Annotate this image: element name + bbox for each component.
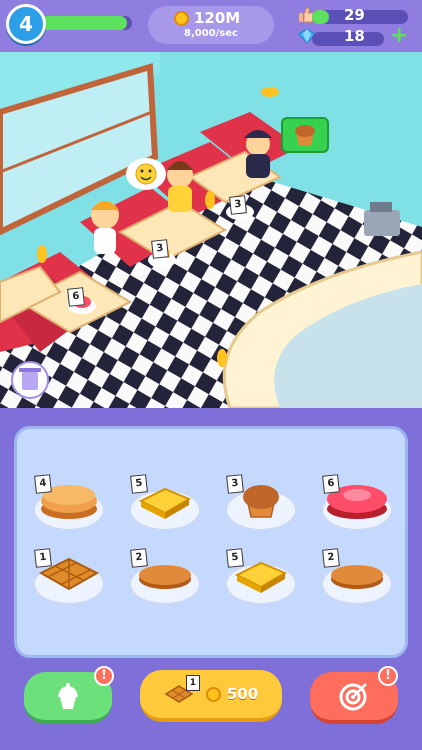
scene-price-tag: 6 [67,287,85,307]
upgrade-menu-button[interactable]: 1 500 [140,670,282,722]
price-tag: 3 [226,474,244,494]
thought-bubble [126,158,166,190]
xp-bar [40,16,132,30]
cake-menu-alert-badge: ! [94,666,114,686]
menu-item-muffin[interactable]: 3 [225,474,297,531]
floating-coin[interactable] [217,349,227,367]
likes-count: 29 [344,6,365,24]
floating-coin[interactable] [37,245,47,263]
price-tag: 2 [130,548,148,568]
scene-price-tag: 3 [151,239,169,259]
menu-item-pancake[interactable]: 2 [129,548,201,605]
price-tag: 1 [34,548,52,568]
top-hud: 4 120M 8,000/sec 29 18 + [0,0,422,52]
price-tag: 5 [226,548,244,568]
cupcake-icon [58,683,78,709]
add-gems-button[interactable]: + [390,25,408,47]
muffin-icon [243,485,279,518]
order-bubble[interactable] [281,117,329,153]
menu-item-toast[interactable]: 5 [129,474,201,531]
price-tag: 6 [322,474,340,494]
upgrade-price-tag: 1 [185,675,200,691]
coin-rate: 8,000/sec [184,28,238,39]
upgrade-cost: 500 [226,685,259,703]
goals-alert-badge: ! [378,666,398,686]
scene-price-tag: 3 [229,195,247,215]
gems-count: 18 [344,27,365,45]
menu-item-pancakes[interactable]: 4 [33,474,105,531]
coin-amount: 120M [194,9,241,27]
floating-coin[interactable] [261,87,279,97]
coin-icon [205,686,221,702]
diner-scene [0,52,422,408]
coin-icon [174,10,189,26]
menu-item-jelly-cake[interactable]: 6 [321,474,393,531]
menu-item-waffle[interactable]: 1 [33,548,105,605]
target-icon [339,683,367,711]
menu-item-toast-2[interactable]: 5 [225,548,297,605]
price-tag: 4 [34,474,52,494]
menu-item-pancake-2[interactable]: 2 [321,548,393,605]
floating-coin[interactable] [205,191,215,209]
price-tag: 2 [322,548,340,568]
level-badge[interactable]: 4 [6,4,46,44]
menu-tray: 4 5 3 6 1 2 5 2 [14,426,408,658]
price-tag: 5 [130,474,148,494]
trash-can-icon[interactable] [11,361,49,399]
coin-counter: 120M 8,000/sec [148,6,274,44]
